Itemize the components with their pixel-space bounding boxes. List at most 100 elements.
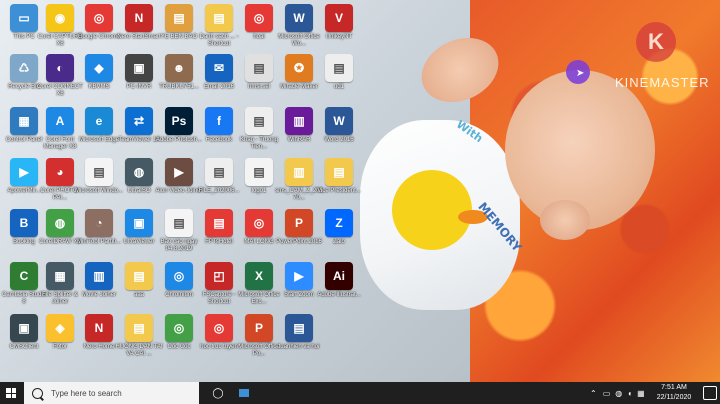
- app-icon: f: [205, 107, 233, 135]
- desktop-icon-label: Adobe Illustrat...: [317, 292, 361, 298]
- desktop-icon-label: Zalo: [333, 239, 345, 245]
- clock[interactable]: 7:51 AM 22/11/2020: [650, 383, 698, 403]
- volume-icon[interactable]: ◖: [627, 389, 632, 398]
- search-box[interactable]: Type here to search: [24, 382, 199, 404]
- task-view-icon: ◯: [212, 387, 224, 399]
- app-icon: ◔: [85, 209, 113, 237]
- app-icon: ▤: [245, 107, 273, 135]
- app-icon: ◰: [205, 262, 233, 290]
- app-icon: ▦: [46, 262, 74, 290]
- app-icon: ✉: [205, 54, 233, 82]
- app-icon: ▤: [85, 158, 113, 186]
- app-icon: ▣: [125, 209, 153, 237]
- app-icon: ▤: [285, 314, 313, 342]
- app-icon: N: [85, 314, 113, 342]
- desktop-icon-label: tuanhien va hoi: [278, 344, 320, 350]
- app-icon: ◉: [46, 4, 74, 32]
- app-icon: N: [125, 4, 153, 32]
- app-icon: ▤: [325, 158, 353, 186]
- app-icon: ✪: [285, 54, 313, 82]
- app-icon: ◎: [85, 4, 113, 32]
- mouse-pointer-icon: ➤: [576, 68, 585, 79]
- desktop-icon[interactable]: V UnikeyNT: [315, 2, 363, 54]
- app-icon: ⇄: [125, 107, 153, 135]
- app-icon: ▤: [125, 262, 153, 290]
- app-icon: ☻: [165, 54, 193, 82]
- app-icon: ◍: [46, 209, 74, 237]
- app-icon: B: [10, 209, 38, 237]
- tray-expand-icon[interactable]: ⌃: [590, 389, 597, 398]
- network-icon[interactable]: ◍: [615, 389, 622, 398]
- app-icon: ◍: [125, 158, 153, 186]
- app-icon: ▤: [165, 4, 193, 32]
- clock-date: 22/11/2020: [656, 394, 692, 401]
- app-icon: ◈: [46, 314, 74, 342]
- system-tray: ⌃ ▭ ◍ ◖ ▦: [590, 382, 645, 404]
- notification-icon[interactable]: [703, 386, 717, 400]
- app-icon: ▥: [285, 107, 313, 135]
- app-icon: ▤: [205, 158, 233, 186]
- app-icon: W: [325, 107, 353, 135]
- app-icon: ◎: [165, 314, 193, 342]
- keyboard-icon[interactable]: ▦: [637, 389, 645, 398]
- app-icon: ▤: [245, 54, 273, 82]
- app-icon: Ps: [165, 107, 193, 135]
- desktop-icon-label: UnikeyNT: [325, 34, 353, 40]
- app-icon: ◎: [165, 262, 193, 290]
- desktop-icon-label: ud1: [333, 84, 344, 90]
- app-icon: ▶: [285, 262, 313, 290]
- app-icon: C: [10, 262, 38, 290]
- app-icon: ▦: [10, 107, 38, 135]
- app-icon: ▥: [285, 158, 313, 186]
- app-icon: ◐: [46, 54, 74, 82]
- app-icon: ▥: [85, 262, 113, 290]
- app-icon: X: [245, 262, 273, 290]
- app-icon: ▤: [245, 158, 273, 186]
- search-icon: [32, 387, 43, 399]
- app-icon: P: [285, 209, 313, 237]
- app-icon: ▤: [125, 314, 153, 342]
- kinemaster-watermark: KINEMASTER: [615, 75, 710, 90]
- app-icon: ▶: [10, 158, 38, 186]
- app-icon: ▤: [205, 4, 233, 32]
- app-icon: ▤: [205, 209, 233, 237]
- clock-time: 7:51 AM: [661, 384, 687, 391]
- app-icon: V: [325, 4, 353, 32]
- app-window-icon: [239, 389, 249, 397]
- app-icon: Ai: [325, 262, 353, 290]
- app-icon: ▭: [10, 4, 38, 32]
- app-icon: ▣: [125, 54, 153, 82]
- desktop-icon[interactable]: Ai Adobe Illustrat...: [315, 260, 363, 312]
- task-view-button[interactable]: ◯: [207, 382, 229, 404]
- desktop-icon[interactable]: W Word 2016: [315, 105, 363, 157]
- app-icon: ◎: [245, 209, 273, 237]
- taskbar-app-button[interactable]: [233, 382, 255, 404]
- app-icon: ▤: [165, 209, 193, 237]
- app-icon: ♺: [10, 54, 38, 82]
- wallpaper-baby-hand: [540, 200, 590, 240]
- desktop-icon[interactable]: ▤ Vice President...: [315, 156, 363, 208]
- search-placeholder: Type here to search: [51, 388, 122, 398]
- start-button[interactable]: [0, 382, 22, 404]
- desktop-icon[interactable]: Z Zalo: [315, 207, 363, 259]
- app-icon: ▣: [10, 314, 38, 342]
- app-icon: W: [285, 4, 313, 32]
- battery-icon[interactable]: ▭: [603, 389, 611, 398]
- app-icon: ▶: [165, 158, 193, 186]
- app-icon: ◎: [205, 314, 233, 342]
- app-icon: e: [85, 107, 113, 135]
- app-icon: Z: [325, 209, 353, 237]
- desktop-icon[interactable]: ▤ ud1: [315, 52, 363, 104]
- desktop-icon-label: Word 2016: [324, 137, 354, 143]
- app-icon: ◎: [245, 4, 273, 32]
- app-icon: ◆: [85, 54, 113, 82]
- kinemaster-logo-letter: K: [648, 29, 664, 54]
- desktop: With MEMORY ➤ K KINEMASTER ▭ This PC ◉ Core…: [0, 0, 720, 382]
- app-icon: P: [245, 314, 273, 342]
- desktop-icon[interactable]: ▤ tuanhien va hoi: [275, 312, 323, 364]
- app-icon: ◕: [46, 158, 74, 186]
- app-icon: ▤: [325, 54, 353, 82]
- windows-logo-icon: [6, 388, 16, 398]
- app-icon: A: [46, 107, 74, 135]
- kinemaster-logo-icon: K: [636, 22, 676, 62]
